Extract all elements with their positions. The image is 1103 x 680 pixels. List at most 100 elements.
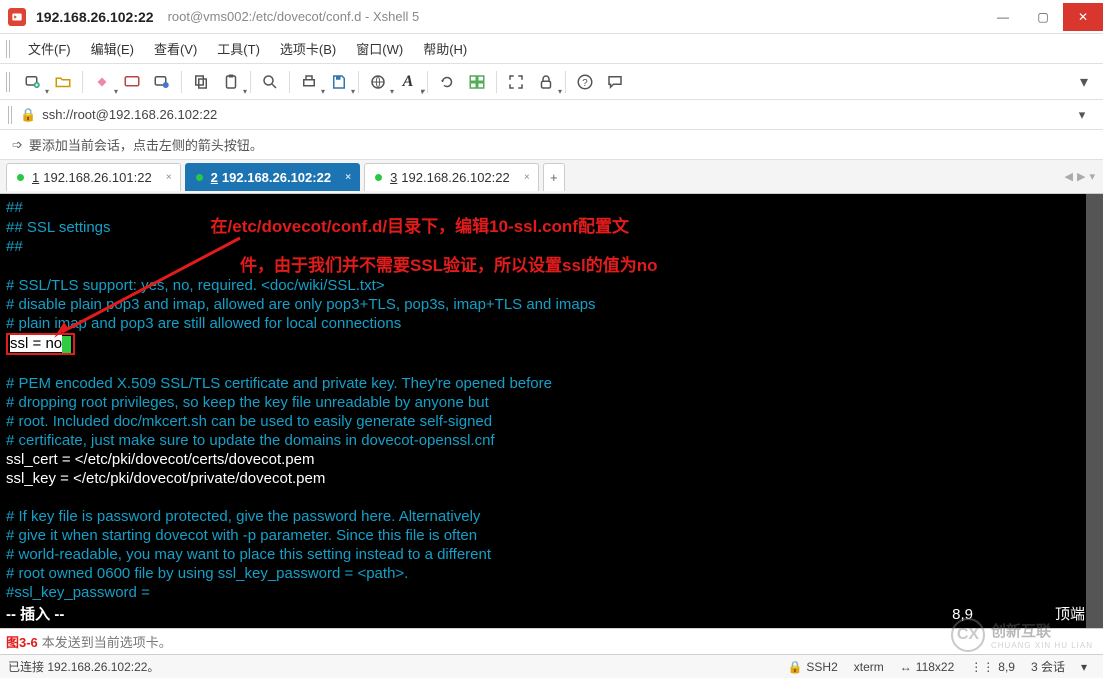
layout-button[interactable] [463, 68, 491, 96]
session-tab-1[interactable]: 1 192.168.26.101:22 × [6, 163, 181, 191]
term-line: ssl_key = </etc/pki/dovecot/private/dove… [6, 469, 1097, 488]
figure-label: 图3-6 [6, 632, 38, 651]
addressbar: 🔒 ssh://root@192.168.26.102:22 ▾ [0, 100, 1103, 130]
paste-button[interactable] [217, 68, 245, 96]
term-line: # If key file is password protected, giv… [6, 507, 1097, 526]
term-line: # root owned 0600 file by using ssl_key_… [6, 564, 1097, 583]
print-button[interactable] [295, 68, 323, 96]
status-connection: 已连接 192.168.26.102:22。 [8, 658, 159, 675]
hint-arrow-icon[interactable]: ➩ [12, 137, 23, 153]
menu-tabs[interactable]: 选项卡(B) [270, 35, 346, 62]
grid-icon: ⋮⋮ [970, 660, 994, 674]
open-session-button[interactable] [49, 68, 77, 96]
status-termtype: xterm [854, 660, 884, 674]
menu-window[interactable]: 窗口(W) [346, 35, 413, 62]
term-line: 件，由于我们并不需要SSL验证，所以设置ssl的值为no [6, 256, 1097, 276]
tab-close-icon[interactable]: × [345, 172, 351, 183]
window-controls: — ▢ ✕ [983, 3, 1103, 31]
save-button[interactable] [325, 68, 353, 96]
term-line: # certificate, just make sure to update … [6, 431, 1097, 450]
refresh-button[interactable] [433, 68, 461, 96]
status-overflow-icon[interactable]: ▾ [1081, 660, 1087, 674]
term-line: ssl_cert = </etc/pki/dovecot/certs/dovec… [6, 450, 1097, 469]
session-tab-2[interactable]: 2 192.168.26.102:22 × [185, 163, 360, 191]
term-line: # PEM encoded X.509 SSL/TLS certificate … [6, 374, 1097, 393]
term-line: # give it when starting dovecot with -p … [6, 526, 1097, 545]
new-session-button[interactable] [19, 68, 47, 96]
svg-text:?: ? [582, 77, 588, 88]
status-dot-icon [17, 174, 24, 181]
drag-handle[interactable] [8, 106, 14, 124]
lock-button[interactable] [532, 68, 560, 96]
title-path: root@vms002:/etc/dovecot/conf.d - Xshell… [168, 9, 420, 24]
maximize-button[interactable]: ▢ [1023, 3, 1063, 31]
term-line [6, 488, 1097, 507]
tab-close-icon[interactable]: × [524, 172, 530, 183]
terminal[interactable]: ## ## SSL settings在/etc/dovecot/conf.d/目… [0, 194, 1103, 628]
session-tab-3[interactable]: 3 192.168.26.102:22 × [364, 163, 539, 191]
status-pos: ⋮⋮8,9 [970, 660, 1015, 674]
term-line: # world-readable, you may want to place … [6, 545, 1097, 564]
titlebar: 192.168.26.102:22 root@vms002:/etc/dovec… [0, 0, 1103, 34]
connect-button[interactable] [88, 68, 116, 96]
addr-overflow-icon[interactable]: ▾ [1068, 101, 1096, 129]
toolbar-overflow-icon[interactable]: ▾ [1070, 68, 1098, 96]
term-line: ## SSL settings在/etc/dovecot/conf.d/目录下，… [6, 217, 1097, 237]
drag-handle[interactable] [6, 72, 12, 92]
close-button[interactable]: ✕ [1063, 3, 1103, 31]
hintbar: ➩ 要添加当前会话，点击左侧的箭头按钮。 [0, 130, 1103, 160]
menu-view[interactable]: 查看(V) [144, 35, 207, 62]
find-button[interactable] [256, 68, 284, 96]
term-line-ssl: ssl = no [6, 333, 1097, 355]
status-dot-icon [375, 174, 382, 181]
new-tab-button[interactable]: + [543, 163, 565, 191]
menu-file[interactable]: 文件(F) [18, 35, 81, 62]
lock-icon: 🔒 [787, 660, 802, 674]
help-button[interactable]: ? [571, 68, 599, 96]
vim-mode-insert: -- 插入 -- [6, 605, 64, 624]
inputbar[interactable]: 图3-6 本发送到当前选项卡。 [0, 628, 1103, 654]
menubar: 文件(F) 编辑(E) 查看(V) 工具(T) 选项卡(B) 窗口(W) 帮助(… [0, 34, 1103, 64]
status-sessions: 3 会话 [1031, 658, 1065, 675]
term-line: #ssl_key_password = [6, 583, 1097, 602]
input-placeholder: 本发送到当前选项卡。 [42, 632, 172, 651]
fullscreen-button[interactable] [502, 68, 530, 96]
reconnect-button[interactable] [148, 68, 176, 96]
resize-icon: ↔ [900, 660, 912, 674]
tab-nav-arrows[interactable]: ◀▶▾ [1065, 170, 1095, 183]
watermark: CX 创新互联CHUANG XIN HU LIAN [951, 618, 1093, 652]
tab-close-icon[interactable]: × [166, 172, 172, 183]
font-button[interactable]: A [394, 68, 422, 96]
term-line [6, 355, 1097, 374]
title-host: 192.168.26.102:22 [36, 9, 154, 25]
drag-handle[interactable] [6, 40, 12, 58]
term-line: # dropping root privileges, so keep the … [6, 393, 1097, 412]
hint-text: 要添加当前会话，点击左侧的箭头按钮。 [29, 135, 263, 154]
cursor [62, 336, 71, 353]
copy-button[interactable] [187, 68, 215, 96]
term-line: # root. Included doc/mkcert.sh can be us… [6, 412, 1097, 431]
term-line: # disable plain pop3 and imap, allowed a… [6, 295, 1097, 314]
term-line: ## [6, 198, 1097, 217]
term-line: # SSL/TLS support: yes, no, required. <d… [6, 276, 1097, 295]
scrollbar[interactable] [1086, 194, 1103, 628]
status-size: ↔118x22 [900, 660, 954, 674]
app-icon [8, 8, 26, 26]
annotation-text: 在/etc/dovecot/conf.d/目录下，编辑10-ssl.conf配置… [211, 217, 629, 236]
globe-button[interactable] [364, 68, 392, 96]
disconnect-button[interactable] [118, 68, 146, 96]
annotation-text: 件，由于我们并不需要SSL验证，所以设置ssl的值为no [240, 256, 657, 275]
address-text[interactable]: ssh://root@192.168.26.102:22 [42, 107, 217, 122]
toolbar: A ? ▾ [0, 64, 1103, 100]
minimize-button[interactable]: — [983, 3, 1023, 31]
menu-help[interactable]: 帮助(H) [413, 35, 477, 62]
status-dot-icon [196, 174, 203, 181]
tabstrip: 1 192.168.26.101:22 × 2 192.168.26.102:2… [0, 160, 1103, 194]
status-protocol: 🔒SSH2 [787, 660, 837, 674]
menu-edit[interactable]: 编辑(E) [81, 35, 144, 62]
menu-tools[interactable]: 工具(T) [207, 35, 270, 62]
term-line: # plain imap and pop3 are still allowed … [6, 314, 1097, 333]
chat-button[interactable] [601, 68, 629, 96]
watermark-logo-icon: CX [951, 618, 985, 652]
term-line: ## [6, 237, 1097, 256]
